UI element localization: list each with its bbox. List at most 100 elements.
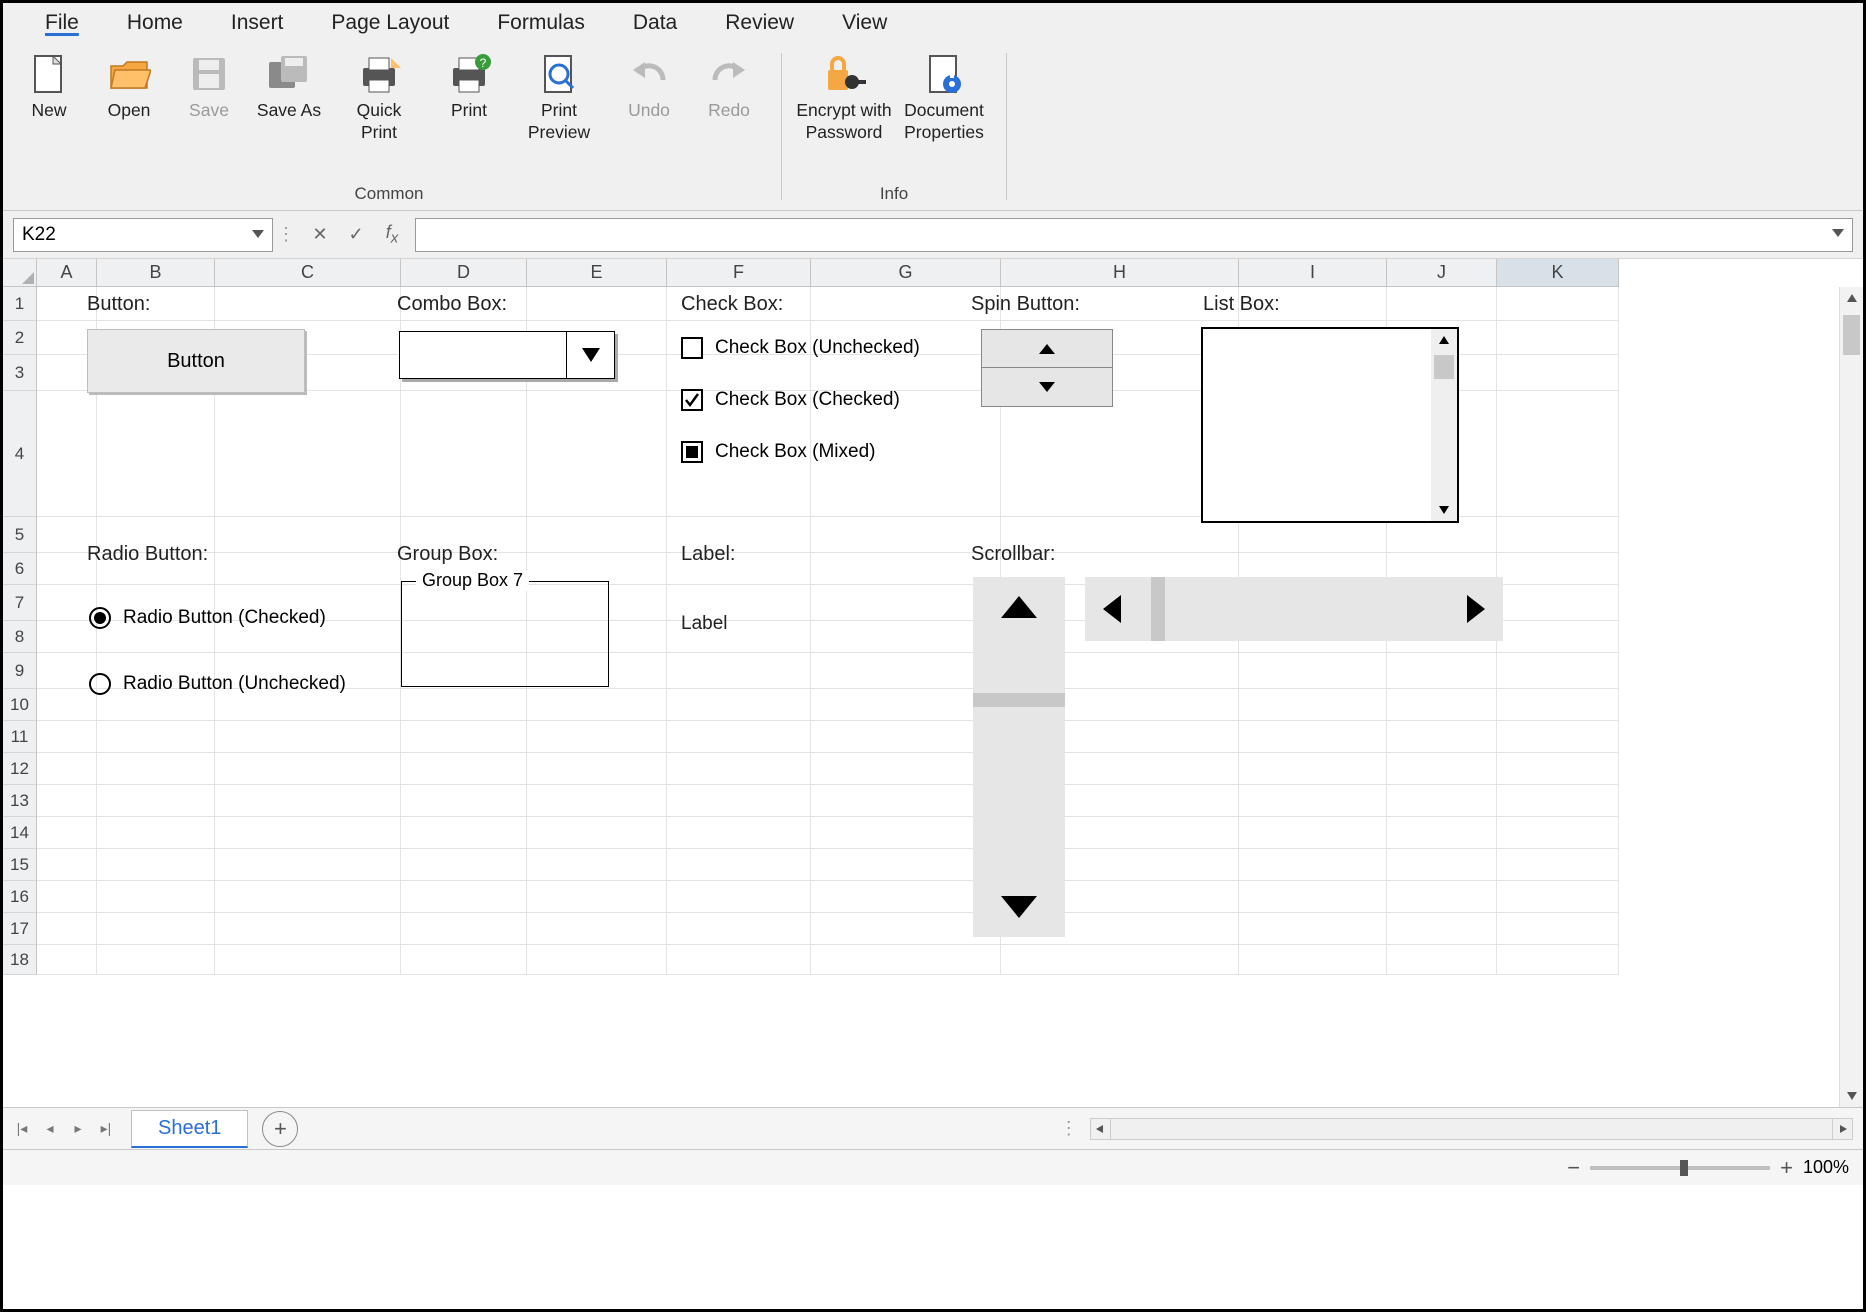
dropdown-icon[interactable] bbox=[252, 224, 264, 246]
ribbon-docprops-button[interactable]: DocumentProperties bbox=[896, 49, 992, 143]
column-header-F[interactable]: F bbox=[667, 259, 811, 287]
scroll-left-icon[interactable] bbox=[1085, 577, 1139, 641]
row-header-10[interactable]: 10 bbox=[3, 689, 37, 721]
form-button-control[interactable]: Button bbox=[87, 329, 305, 393]
zoom-out-button[interactable]: − bbox=[1567, 1155, 1580, 1181]
column-header-J[interactable]: J bbox=[1387, 259, 1497, 287]
sheet-nav-last-icon[interactable]: ▸| bbox=[93, 1116, 119, 1142]
horizontal-scrollbar[interactable] bbox=[1090, 1118, 1853, 1140]
column-header-H[interactable]: H bbox=[1001, 259, 1239, 287]
tab-formulas[interactable]: Formulas bbox=[473, 7, 609, 39]
zoom-level[interactable]: 100% bbox=[1803, 1157, 1849, 1178]
scroll-up-icon[interactable] bbox=[1431, 329, 1457, 351]
form-groupbox-control[interactable]: Group Box 7 bbox=[401, 581, 609, 687]
form-checkbox-unchecked[interactable]: Check Box (Unchecked) bbox=[681, 337, 920, 359]
scrollbar-thumb[interactable] bbox=[1843, 315, 1860, 355]
row-header-9[interactable]: 9 bbox=[3, 653, 37, 689]
form-radio-checked[interactable]: Radio Button (Checked) bbox=[89, 607, 326, 629]
row-header-17[interactable]: 17 bbox=[3, 913, 37, 945]
enter-edit-button[interactable]: ✓ bbox=[339, 219, 373, 251]
column-header-A[interactable]: A bbox=[37, 259, 97, 287]
ribbon-saveas-button[interactable]: Save As bbox=[251, 49, 327, 143]
scroll-right-icon[interactable] bbox=[1449, 577, 1503, 641]
form-checkbox-mixed[interactable]: Check Box (Mixed) bbox=[681, 441, 876, 463]
row-header-14[interactable]: 14 bbox=[3, 817, 37, 849]
sheet-nav-first-icon[interactable]: |◂ bbox=[9, 1116, 35, 1142]
scrollbar-thumb[interactable] bbox=[1434, 355, 1454, 379]
tab-data[interactable]: Data bbox=[609, 7, 701, 39]
row-header-8[interactable]: 8 bbox=[3, 621, 37, 653]
ribbon-open-button[interactable]: Open bbox=[91, 49, 167, 143]
name-box[interactable]: K22 bbox=[13, 218, 273, 252]
row-header-16[interactable]: 16 bbox=[3, 881, 37, 913]
row-header-5[interactable]: 5 bbox=[3, 517, 37, 553]
tab-home[interactable]: Home bbox=[103, 7, 207, 39]
ribbon-new-button[interactable]: New bbox=[11, 49, 87, 143]
scroll-up-icon[interactable] bbox=[1840, 287, 1863, 309]
ribbon-undo-button[interactable]: Undo bbox=[611, 49, 687, 143]
ribbon-preview-button[interactable]: PrintPreview bbox=[511, 49, 607, 143]
scrollbar-thumb[interactable] bbox=[1151, 577, 1165, 641]
row-header-12[interactable]: 12 bbox=[3, 753, 37, 785]
ribbon-save-button[interactable]: Save bbox=[171, 49, 247, 143]
column-header-E[interactable]: E bbox=[527, 259, 667, 287]
column-header-G[interactable]: G bbox=[811, 259, 1001, 287]
row-header-4[interactable]: 4 bbox=[3, 391, 37, 517]
scroll-left-icon[interactable] bbox=[1091, 1119, 1111, 1139]
spreadsheet-grid[interactable]: ABCDEFGHIJK 123456789101112131415161718 … bbox=[3, 259, 1863, 1107]
form-hscrollbar-control[interactable] bbox=[1085, 577, 1503, 641]
ribbon-quickprint-button[interactable]: QuickPrint bbox=[331, 49, 427, 143]
row-header-1[interactable]: 1 bbox=[3, 287, 37, 321]
scroll-down-icon[interactable] bbox=[1840, 1085, 1863, 1107]
tab-review[interactable]: Review bbox=[701, 7, 818, 39]
sheet-tab[interactable]: Sheet1 bbox=[131, 1110, 248, 1148]
form-checkbox-checked[interactable]: Check Box (Checked) bbox=[681, 389, 900, 411]
zoom-slider[interactable] bbox=[1590, 1166, 1770, 1170]
listbox-scrollbar[interactable] bbox=[1431, 329, 1457, 521]
scroll-down-icon[interactable] bbox=[973, 877, 1065, 937]
slider-thumb[interactable] bbox=[1680, 1160, 1688, 1176]
spin-up-button[interactable] bbox=[982, 330, 1112, 368]
column-header-I[interactable]: I bbox=[1239, 259, 1387, 287]
ribbon-redo-button[interactable]: Redo bbox=[691, 49, 767, 143]
ribbon-print-button[interactable]: ?Print bbox=[431, 49, 507, 143]
form-listbox-control[interactable] bbox=[1201, 327, 1459, 523]
vertical-scrollbar[interactable] bbox=[1839, 287, 1863, 1107]
scroll-down-icon[interactable] bbox=[1431, 499, 1457, 521]
scroll-up-icon[interactable] bbox=[973, 577, 1065, 637]
tab-view[interactable]: View bbox=[818, 7, 911, 39]
scrollbar-thumb[interactable] bbox=[973, 693, 1065, 707]
form-spinbutton-control[interactable] bbox=[981, 329, 1113, 407]
column-header-D[interactable]: D bbox=[401, 259, 527, 287]
tab-file[interactable]: File bbox=[21, 7, 103, 39]
scroll-right-icon[interactable] bbox=[1832, 1119, 1852, 1139]
column-header-C[interactable]: C bbox=[215, 259, 401, 287]
ribbon-encrypt-button[interactable]: Encrypt withPassword bbox=[796, 49, 892, 143]
dropdown-icon[interactable] bbox=[1832, 226, 1844, 244]
row-header-2[interactable]: 2 bbox=[3, 321, 37, 355]
row-header-11[interactable]: 11 bbox=[3, 721, 37, 753]
column-header-K[interactable]: K bbox=[1497, 259, 1619, 287]
row-header-3[interactable]: 3 bbox=[3, 355, 37, 391]
tab-page-layout[interactable]: Page Layout bbox=[307, 7, 473, 39]
row-header-18[interactable]: 18 bbox=[3, 945, 37, 975]
add-sheet-button[interactable]: + bbox=[262, 1111, 298, 1147]
sheet-nav-prev-icon[interactable]: ◂ bbox=[37, 1116, 63, 1142]
sheet-nav-next-icon[interactable]: ▸ bbox=[65, 1116, 91, 1142]
zoom-in-button[interactable]: + bbox=[1780, 1155, 1793, 1181]
select-all-corner[interactable] bbox=[3, 259, 37, 287]
dropdown-icon[interactable] bbox=[566, 332, 614, 378]
form-combobox-control[interactable] bbox=[399, 331, 615, 379]
form-vscrollbar-control[interactable] bbox=[973, 577, 1065, 937]
row-header-13[interactable]: 13 bbox=[3, 785, 37, 817]
form-radio-unchecked[interactable]: Radio Button (Unchecked) bbox=[89, 673, 346, 695]
formula-input[interactable] bbox=[415, 218, 1853, 252]
insert-function-button[interactable]: fx bbox=[375, 219, 409, 251]
row-header-7[interactable]: 7 bbox=[3, 585, 37, 621]
spin-down-button[interactable] bbox=[982, 368, 1112, 406]
column-header-B[interactable]: B bbox=[97, 259, 215, 287]
row-header-6[interactable]: 6 bbox=[3, 553, 37, 585]
cancel-edit-button[interactable]: ✕ bbox=[303, 219, 337, 251]
tab-insert[interactable]: Insert bbox=[207, 7, 308, 39]
row-header-15[interactable]: 15 bbox=[3, 849, 37, 881]
